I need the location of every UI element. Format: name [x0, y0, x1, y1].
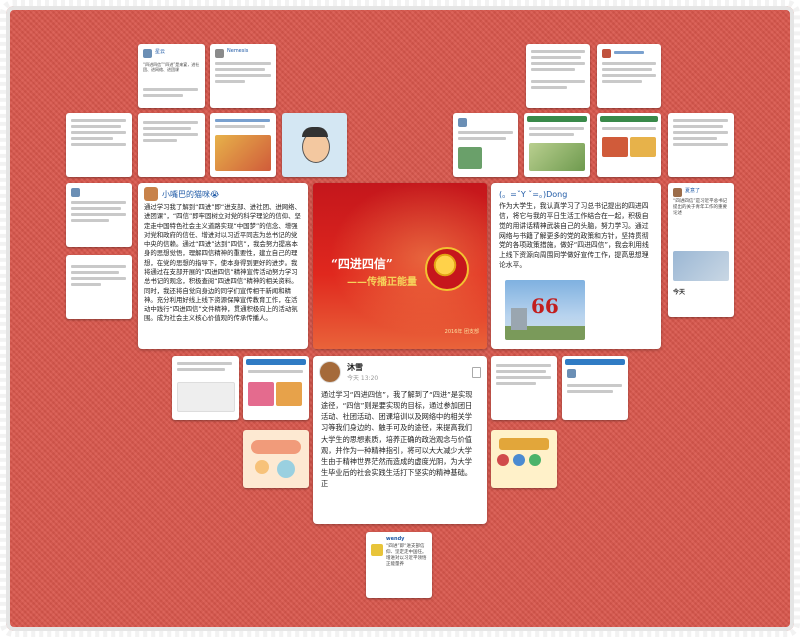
thumb-post-11[interactable]: [668, 113, 734, 177]
post-text: 作为大学生，我认真学习了习总书记提出的四进四信，将它与我的平日生活工作结合在一起…: [499, 202, 649, 270]
avatar-icon: [458, 118, 467, 127]
post-username: (。=ˇY ˇ=。)Dong: [499, 190, 568, 199]
thumb-name: Nemesis: [227, 48, 249, 54]
thumb-post-12[interactable]: [66, 183, 132, 247]
avatar-icon: [602, 49, 611, 58]
thumb-post-7[interactable]: [210, 113, 276, 177]
poster-footer: 2016年 团支部: [444, 329, 479, 335]
collage-frame: 星云 “四进四信”“四进”是来宴，进社团、进网络、进团课 Nemesis 夏意了…: [0, 0, 800, 637]
poster-subtitle: ——传播正能量: [347, 277, 417, 288]
sculpture-number: 66: [531, 294, 559, 318]
thumb-text: “四进”即“进支部信仰、坚定走中国任。增进对以习近平领悟正能量养: [386, 544, 427, 568]
thumb-post-6[interactable]: [138, 113, 205, 177]
trash-icon[interactable]: [472, 366, 481, 378]
post-time: 今天 13:20: [347, 375, 379, 382]
avatar-icon: [71, 188, 80, 197]
avatar-icon: [319, 361, 341, 383]
thumb-date: 今天: [673, 289, 686, 296]
thumb-cartoon[interactable]: [282, 113, 347, 177]
thumb-post-16[interactable]: [491, 356, 557, 420]
thumb-text: “四进四信”“四进”是来宴，进社团、进网络、进团课: [143, 62, 200, 73]
thumb-post-13[interactable]: [66, 255, 132, 319]
thumb-post-2[interactable]: Nemesis: [210, 44, 276, 108]
poster-image[interactable]: “四进四信” ——传播正能量 2016年 团支部: [313, 183, 487, 349]
avatar-icon: [567, 369, 576, 378]
avatar-icon: [371, 544, 383, 556]
post-card-bottom[interactable]: 沐雪 今天 13:20 通过学习“四进四信”，我了解到了“四进”是实现途径，“四…: [313, 356, 487, 524]
thumb-post-9[interactable]: [524, 113, 590, 177]
thumb-post-8[interactable]: [453, 113, 518, 177]
post-username: 沐雪: [347, 363, 363, 372]
thumb-name: 夏意了: [685, 188, 701, 194]
avatar-icon: [673, 188, 682, 197]
post-text: 通过学习“四进四信”，我了解到了“四进”是实现途径，“四信”则是要实现的目标，通…: [321, 390, 473, 489]
emblem-icon: [425, 247, 469, 291]
thumb-post-10[interactable]: [597, 113, 661, 177]
thumb-text: “四进四信”是习近平总书记提出的关于青年工作的重要论述: [673, 199, 728, 216]
drawing-right[interactable]: [491, 430, 557, 488]
avatar-icon: [144, 187, 158, 201]
thumb-post-5[interactable]: [66, 113, 132, 177]
thumb-post-1[interactable]: 星云 “四进四信”“四进”是来宴，进社团、进网络、进团课: [138, 44, 205, 108]
thumb-post-14[interactable]: [172, 356, 239, 420]
thumb-post-4[interactable]: [597, 44, 661, 108]
thumb-name: 星云: [155, 49, 166, 55]
post-card-left[interactable]: 小嘴巴的猫咪😭 通过学习我了解到“四进”即“进支部、进社团、进网络、进团课”，“…: [138, 183, 308, 349]
thumb-post-3[interactable]: [526, 44, 590, 108]
poster-title: “四进四信”: [331, 257, 393, 271]
thumb-post-17[interactable]: [562, 356, 628, 420]
thumb-post-right[interactable]: 夏意了 “四进四信”是习近平总书记提出的关于青年工作的重要论述 今天: [668, 183, 734, 317]
drawing-left[interactable]: [243, 430, 309, 488]
post-username: 小嘴巴的猫咪😭: [162, 189, 220, 199]
thumb-wendy[interactable]: wendy “四进”即“进支部信仰、坚定走中国任。增进对以习近平领悟正能量养: [366, 532, 432, 598]
avatar-icon: [143, 49, 152, 58]
thumb-name: wendy: [386, 536, 405, 542]
post-text: 通过学习我了解到“四进”即“进支部、进社团、进网络、进团课”，“四信”即牢固树立…: [144, 203, 301, 323]
avatar-icon: [215, 49, 224, 58]
post-photo[interactable]: 66: [505, 280, 585, 340]
thumb-post-15[interactable]: [243, 356, 309, 420]
post-card-right[interactable]: (。=ˇY ˇ=。)Dong 作为大学生，我认真学习了习总书记提出的四进四信，将…: [491, 183, 661, 349]
